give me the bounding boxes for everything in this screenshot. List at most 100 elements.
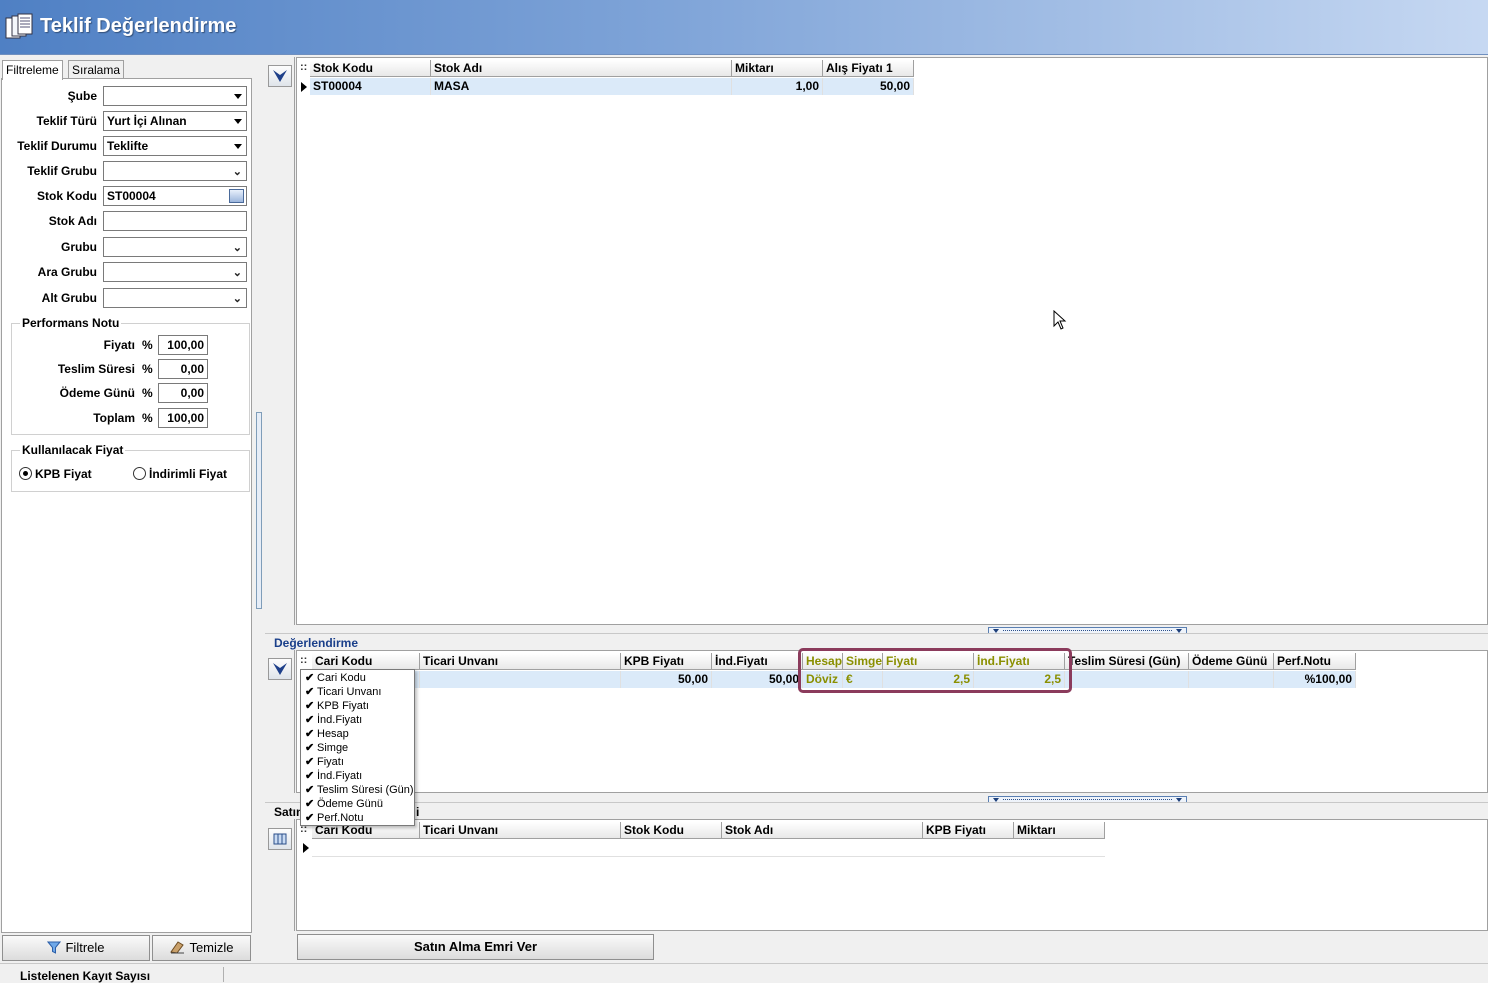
- eraser-icon: [170, 941, 185, 954]
- menu-item-fiyati[interactable]: ✔ Fiyatı: [301, 756, 414, 770]
- expand-button[interactable]: [268, 65, 292, 87]
- fiyat-group: Kullanılacak Fiyat KPB Fiyat İndirimli F…: [11, 443, 250, 492]
- menu-item-ticari-unvani[interactable]: ✔ Ticari Unvanı: [301, 686, 414, 700]
- order-title-end: i: [416, 805, 420, 819]
- tab-filtreleme[interactable]: Filtreleme: [2, 60, 63, 80]
- order-grid-side: [265, 819, 295, 931]
- menu-item-perf-notu[interactable]: ✔ Perf.Notu: [301, 812, 414, 826]
- row-indicator-icon: [303, 843, 309, 853]
- tab-siralama[interactable]: Sıralama: [68, 60, 125, 79]
- filter-form: Şube Teklif Türü Yurt İçi Alınan Teklif …: [1, 78, 252, 933]
- menu-item-cari-kodu[interactable]: ✔ Cari Kodu: [301, 672, 414, 686]
- chevron-down-icon: ⌄: [232, 242, 242, 254]
- stok-kodu-input[interactable]: ST00004: [103, 186, 247, 206]
- order-grid: :: Cari Kodu Ticari Unvanı Stok Kodu Sto…: [296, 819, 1488, 931]
- teklif-durumu-label: Teklif Durumu: [17, 139, 97, 153]
- sube-label: Şube: [67, 89, 97, 103]
- menu-item-simge[interactable]: ✔ Simge: [301, 742, 414, 756]
- fiyati-label: Fiyatı: [103, 338, 135, 352]
- col-miktari[interactable]: Miktarı: [1014, 822, 1105, 839]
- stok-adi-label: Stok Adı: [48, 214, 97, 228]
- stok-adi-input[interactable]: [103, 211, 247, 231]
- teklif-durumu-combo[interactable]: Teklifte: [103, 136, 247, 156]
- cell-stok-adi: MASA: [431, 78, 732, 95]
- kpb-fiyat-radio[interactable]: [19, 467, 32, 480]
- performans-title: Performans Notu: [20, 316, 122, 330]
- filter-panel: Filtreleme Sıralama Şube Teklif Türü Yur…: [0, 57, 254, 963]
- columns-button[interactable]: [268, 828, 292, 850]
- col-odeme-gunu[interactable]: Ödeme Günü: [1189, 653, 1274, 670]
- teslim-suresi-label: Teslim Süresi: [57, 362, 135, 376]
- col-stok-kodu[interactable]: Stok Kodu: [310, 60, 431, 77]
- cell-miktari: 1,00: [732, 78, 823, 95]
- teklif-grubu-combo[interactable]: ⌄: [103, 161, 247, 181]
- record-count-label: Listelenen Kayıt Sayısı: [20, 969, 151, 983]
- teklif-turu-label: Teklif Türü: [36, 114, 97, 128]
- teslim-suresi-input[interactable]: 0,00: [158, 359, 208, 379]
- columns-icon: [273, 833, 287, 845]
- eval-grid-side: [265, 650, 295, 793]
- expand-button[interactable]: [268, 658, 292, 680]
- menu-item-kpb-fiyati[interactable]: ✔ KPB Fiyatı: [301, 700, 414, 714]
- check-icon: ✔: [305, 742, 315, 754]
- col-kpb-fiyati[interactable]: KPB Fiyatı: [621, 653, 712, 670]
- check-icon: ✔: [305, 812, 315, 824]
- mouse-cursor-icon: [1053, 310, 1067, 330]
- satin-alma-emri-button[interactable]: Satın Alma Emri Ver: [297, 934, 654, 960]
- check-icon: ✔: [305, 686, 315, 698]
- dropdown-arrow-icon: [234, 119, 242, 124]
- odeme-gunu-label: Ödeme Günü: [59, 386, 135, 400]
- col-ticari-unvani[interactable]: Ticari Unvanı: [420, 822, 621, 839]
- col-cari-kodu[interactable]: Cari Kodu: [312, 653, 420, 670]
- col-stok-kodu[interactable]: Stok Kodu: [621, 822, 722, 839]
- toplam-input[interactable]: 100,00: [158, 408, 208, 428]
- menu-item-teslim-suresi[interactable]: ✔ Teslim Süresi (Gün): [301, 784, 414, 798]
- col-miktari[interactable]: Miktarı: [732, 60, 823, 77]
- dropdown-arrow-icon: [234, 94, 242, 99]
- col-stok-adi[interactable]: Stok Adı: [722, 822, 923, 839]
- sube-combo[interactable]: [103, 86, 247, 106]
- check-icon: ✔: [305, 784, 315, 796]
- menu-item-hesap[interactable]: ✔ Hesap: [301, 728, 414, 742]
- splitter-grip[interactable]: [256, 412, 262, 609]
- cell-odeme-gunu: [1189, 671, 1274, 688]
- kpb-fiyat-label: KPB Fiyat: [35, 467, 92, 481]
- col-ind-fiyati[interactable]: İnd.Fiyatı: [712, 653, 803, 670]
- ara-grubu-label: Ara Grubu: [37, 265, 97, 279]
- fiyati-input[interactable]: 100,00: [158, 335, 208, 355]
- indirimli-fiyat-radio[interactable]: [133, 467, 146, 480]
- odeme-gunu-input[interactable]: 0,00: [158, 383, 208, 403]
- cell-stok-kodu: ST00004: [310, 78, 431, 95]
- col-alis-fiyati[interactable]: Alış Fiyatı 1: [823, 60, 914, 77]
- col-perf-notu[interactable]: Perf.Notu: [1274, 653, 1356, 670]
- chevron-down-icon: ⌄: [232, 267, 242, 279]
- vertical-splitter[interactable]: [254, 57, 264, 963]
- alt-grubu-label: Alt Grubu: [41, 291, 97, 305]
- eval-title: Değerlendirme: [274, 636, 359, 650]
- table-row[interactable]: [312, 840, 1105, 857]
- check-icon: ✔: [305, 700, 315, 712]
- stok-kodu-label: Stok Kodu: [37, 189, 97, 203]
- ara-grubu-combo[interactable]: ⌄: [103, 262, 247, 282]
- temizle-button[interactable]: Temizle: [152, 935, 251, 961]
- stock-grid: :: Stok Kodu Stok Adı Miktarı Alış Fiyat…: [296, 57, 1488, 625]
- menu-item-odeme-gunu[interactable]: ✔ Ödeme Günü: [301, 798, 414, 812]
- col-teslim-suresi[interactable]: Teslim Süresi (Gün): [1065, 653, 1189, 670]
- performans-group: Performans Notu Fiyatı % 100,00 Teslim S…: [11, 316, 250, 435]
- menu-item-ind-fiyati-2[interactable]: ✔ İnd.Fiyatı: [301, 770, 414, 784]
- grubu-combo[interactable]: ⌄: [103, 237, 247, 257]
- teklif-turu-combo[interactable]: Yurt İçi Alınan: [103, 111, 247, 131]
- col-stok-adi[interactable]: Stok Adı: [431, 60, 732, 77]
- alt-grubu-combo[interactable]: ⌄: [103, 288, 247, 308]
- menu-item-ind-fiyati[interactable]: ✔ İnd.Fiyatı: [301, 714, 414, 728]
- filtrele-button[interactable]: Filtrele: [2, 935, 150, 961]
- column-chooser-menu: ✔ Cari Kodu ✔ Ticari Unvanı ✔ KPB Fiyatı ✔ İ…: [300, 669, 415, 826]
- app-documents-icon: [5, 13, 33, 39]
- col-kpb-fiyati[interactable]: KPB Fiyatı: [923, 822, 1014, 839]
- col-ticari-unvani[interactable]: Ticari Unvanı: [420, 653, 621, 670]
- cell-ind-fiyati: 50,00: [712, 671, 803, 688]
- pct-label: %: [142, 362, 153, 376]
- browse-icon[interactable]: [229, 189, 244, 203]
- cell-alis-fiyati: 50,00: [823, 78, 914, 95]
- highlight-box: [798, 648, 1072, 693]
